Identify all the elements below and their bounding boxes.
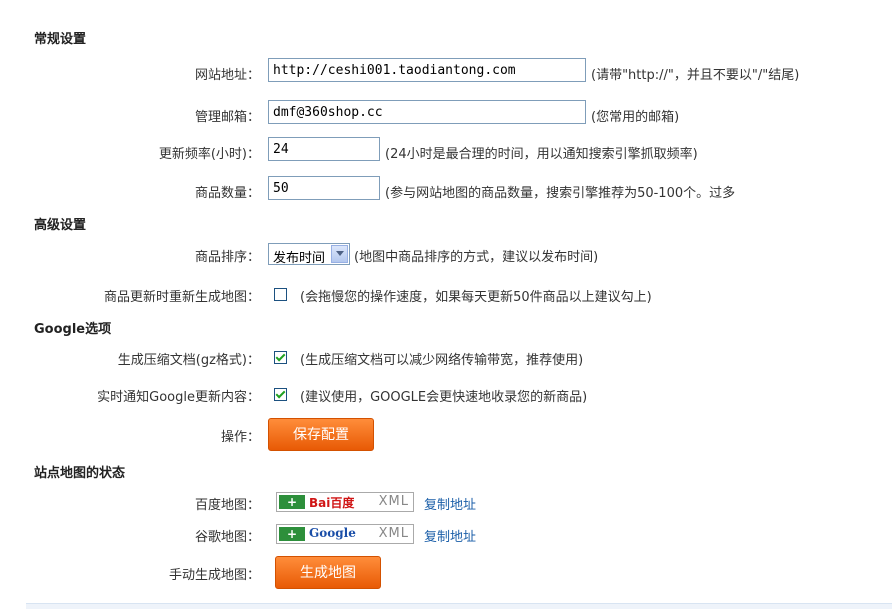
manual-generate-label: 手动生成地图： (168, 568, 260, 583)
row-gz: 生成压缩文档(gz格式)： (生成压缩文档可以减少网络传输带宽，推荐使用) (0, 343, 892, 371)
actions-label: 操作： (220, 430, 260, 445)
email-input[interactable]: dmf@360shop.cc (268, 100, 586, 124)
copy-google-link[interactable]: 复制地址 (424, 526, 476, 545)
site-url-hint: (请带"http://"，并且不要以"/"结尾) (591, 68, 800, 83)
bottom-divider (26, 603, 892, 609)
product-count-input[interactable]: 50 (268, 176, 380, 200)
row-manual-generate: 手动生成地图： 生成地图 (0, 556, 892, 592)
row-product-count: 商品数量： 50 (参与网站地图的商品数量，搜索引擎推荐为50-100个。过多 (0, 176, 892, 204)
row-baidu-map: 百度地图： + Bai百度 XML 复制地址 (0, 488, 892, 516)
row-sort: 商品排序： 发布时间 (地图中商品排序的方式，建议以发布时间) (0, 240, 892, 268)
row-regen: 商品更新时重新生成地图： (会拖慢您的操作速度，如果每天更新50件商品以上建议勾… (0, 280, 892, 308)
notify-label: 实时通知Google更新内容： (97, 390, 260, 405)
frequency-hint: (24小时是最合理的时间，用以通知搜索引擎抓取频率) (385, 147, 698, 162)
regen-checkbox[interactable] (274, 288, 287, 301)
notify-hint: (建议使用，GOOGLE会更快速地收录您的新商品) (300, 390, 588, 405)
baidu-map-label: 百度地图： (194, 498, 260, 513)
xml-label: XML (378, 494, 409, 509)
row-google-map: 谷歌地图： + Google XML 复制地址 (0, 520, 892, 548)
chevron-down-icon[interactable] (331, 245, 348, 263)
product-count-hint: (参与网站地图的商品数量，搜索引擎推荐为50-100个。过多 (385, 186, 736, 201)
section-status: 站点地图的状态 (34, 466, 126, 481)
email-hint: (您常用的邮箱) (591, 110, 680, 125)
gz-label: 生成压缩文档(gz格式)： (117, 353, 260, 368)
section-google: Google选项 (34, 322, 112, 337)
sort-hint: (地图中商品排序的方式，建议以发布时间) (354, 250, 599, 265)
section-advanced: 高级设置 (34, 218, 87, 233)
row-site-url: 网站地址： http://ceshi001.taodiantong.com (请… (0, 58, 892, 86)
row-frequency: 更新频率(小时)： 24 (24小时是最合理的时间，用以通知搜索引擎抓取频率) (0, 137, 892, 165)
sort-selected-value: 发布时间 (273, 251, 326, 266)
google-xml-badge[interactable]: + Google XML (276, 524, 414, 544)
gz-hint: (生成压缩文档可以减少网络传输带宽，推荐使用) (300, 353, 584, 368)
baidu-xml-badge[interactable]: + Bai百度 XML (276, 492, 414, 512)
xml-label: XML (378, 526, 409, 541)
google-logo: Google (309, 526, 356, 540)
copy-baidu-link[interactable]: 复制地址 (424, 494, 476, 513)
site-url-label: 网站地址： (194, 68, 260, 83)
baidu-logo: Bai百度 (309, 496, 355, 510)
row-actions: 操作： 保存配置 (0, 418, 892, 454)
save-config-button[interactable]: 保存配置 (268, 418, 374, 451)
frequency-input[interactable]: 24 (268, 137, 380, 161)
row-notify: 实时通知Google更新内容： (建议使用，GOOGLE会更快速地收录您的新商品… (0, 380, 892, 408)
row-email: 管理邮箱： dmf@360shop.cc (您常用的邮箱) (0, 100, 892, 128)
google-map-label: 谷歌地图： (194, 530, 260, 545)
frequency-label: 更新频率(小时)： (158, 147, 260, 162)
generate-map-button[interactable]: 生成地图 (275, 556, 381, 589)
email-label: 管理邮箱： (194, 110, 260, 125)
regen-hint: (会拖慢您的操作速度，如果每天更新50件商品以上建议勾上) (300, 290, 652, 305)
sort-select[interactable]: 发布时间 (268, 243, 350, 266)
sort-label: 商品排序： (194, 250, 260, 265)
plus-icon: + (279, 495, 305, 509)
regen-label: 商品更新时重新生成地图： (103, 290, 260, 305)
plus-icon: + (279, 527, 305, 541)
product-count-label: 商品数量： (194, 186, 260, 201)
notify-checkbox[interactable] (274, 388, 287, 401)
section-general: 常规设置 (34, 32, 87, 47)
gz-checkbox[interactable] (274, 351, 287, 364)
site-url-input[interactable]: http://ceshi001.taodiantong.com (268, 58, 586, 82)
